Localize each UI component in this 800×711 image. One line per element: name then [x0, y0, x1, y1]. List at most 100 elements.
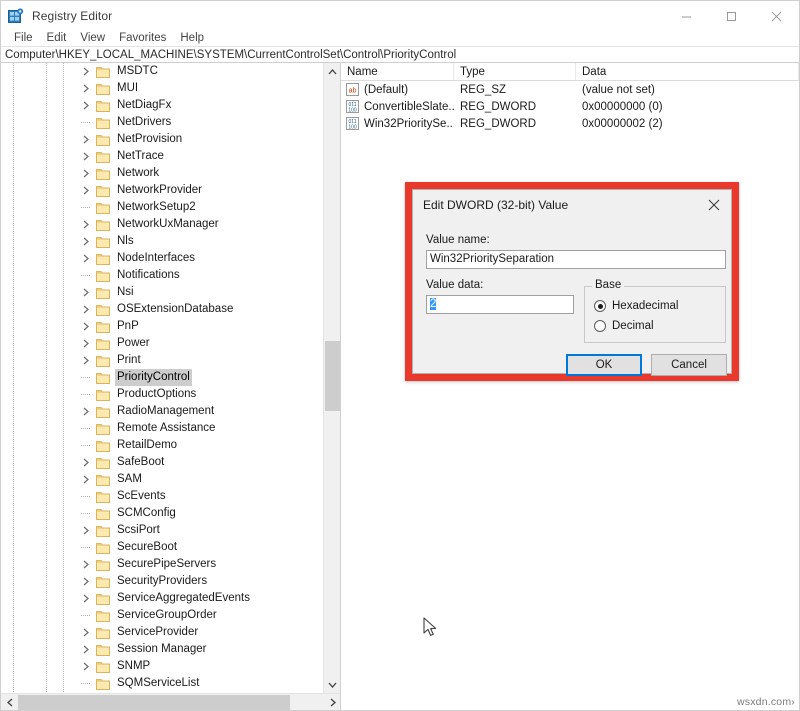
tree-item[interactable]: MUI [1, 80, 324, 97]
tree-item-label: ServiceGroupOrder [115, 607, 219, 624]
maximize-button[interactable] [709, 1, 754, 31]
folder-icon [96, 354, 110, 367]
value-name-input[interactable]: Win32PrioritySeparation [426, 250, 726, 269]
scroll-up-icon[interactable] [324, 63, 341, 80]
tree-item[interactable]: SafeBoot [1, 454, 324, 471]
value-row[interactable]: ab(Default)REG_SZ(value not set) [341, 81, 799, 98]
tree-item[interactable]: Notifications [1, 267, 324, 284]
chevron-right-icon[interactable] [80, 352, 92, 369]
cancel-button[interactable]: Cancel [651, 354, 727, 376]
chevron-right-icon[interactable] [80, 216, 92, 233]
tree-scroll-thumb[interactable] [325, 341, 340, 411]
tree-item-label: NetProvision [115, 131, 184, 148]
chevron-right-icon[interactable] [80, 80, 92, 97]
tree-item[interactable]: RadioManagement [1, 403, 324, 420]
chevron-right-icon[interactable] [80, 658, 92, 675]
tree-item[interactable]: SNMP [1, 658, 324, 675]
tree-item[interactable]: ProductOptions [1, 386, 324, 403]
tree-item[interactable]: RetailDemo [1, 437, 324, 454]
chevron-right-icon[interactable] [80, 471, 92, 488]
tree-item[interactable]: NetworkUxManager [1, 216, 324, 233]
tree-item[interactable]: NetworkProvider [1, 182, 324, 199]
dialog-close-icon[interactable] [697, 191, 731, 219]
radio-hexadecimal[interactable]: Hexadecimal [594, 300, 678, 312]
chevron-right-icon[interactable] [80, 590, 92, 607]
chevron-right-icon[interactable] [80, 165, 92, 182]
chevron-right-icon[interactable] [80, 301, 92, 318]
scroll-right-icon[interactable] [324, 694, 341, 711]
tree-item[interactable]: SecurePipeServers [1, 556, 324, 573]
tree-item[interactable]: SAM [1, 471, 324, 488]
ok-button[interactable]: OK [566, 354, 642, 376]
chevron-right-icon[interactable] [80, 233, 92, 250]
menu-item-file[interactable]: File [7, 31, 40, 46]
tree-item[interactable]: ServiceAggregatedEvents [1, 590, 324, 607]
chevron-right-icon[interactable] [80, 284, 92, 301]
base-group-box [584, 286, 726, 343]
menu-item-view[interactable]: View [73, 31, 112, 46]
tree-item[interactable]: Print [1, 352, 324, 369]
address-bar[interactable]: Computer\HKEY_LOCAL_MACHINE\SYSTEM\Curre… [1, 46, 799, 63]
minimize-button[interactable] [664, 1, 709, 31]
chevron-right-icon[interactable] [80, 131, 92, 148]
tree-item[interactable]: PriorityControl [1, 369, 324, 386]
chevron-right-icon[interactable] [80, 318, 92, 335]
column-header-type[interactable]: Type [454, 63, 576, 80]
chevron-right-icon[interactable] [80, 63, 92, 80]
tree-item[interactable]: MSDTC [1, 63, 324, 80]
menu-item-favorites[interactable]: Favorites [112, 31, 173, 46]
chevron-right-icon[interactable] [80, 182, 92, 199]
tree-item[interactable]: SecurityProviders [1, 573, 324, 590]
chevron-right-icon[interactable] [80, 250, 92, 267]
chevron-right-icon[interactable] [80, 573, 92, 590]
tree-item[interactable]: NetTrace [1, 148, 324, 165]
tree-hscroll-thumb[interactable] [18, 695, 290, 710]
tree-item[interactable]: Session Manager [1, 641, 324, 658]
tree-item[interactable]: ServiceProvider [1, 624, 324, 641]
tree-horizontal-scrollbar[interactable] [1, 693, 341, 710]
tree-item[interactable]: Nsi [1, 284, 324, 301]
value-row[interactable]: 011100Win32PrioritySe...REG_DWORD0x00000… [341, 115, 799, 132]
chevron-right-icon[interactable] [80, 403, 92, 420]
tree-item[interactable]: Remote Assistance [1, 420, 324, 437]
tree-item[interactable]: PnP [1, 318, 324, 335]
tree-item[interactable]: Network [1, 165, 324, 182]
chevron-right-icon[interactable] [80, 624, 92, 641]
tree-item[interactable]: NodeInterfaces [1, 250, 324, 267]
tree-item[interactable]: SQMServiceList [1, 675, 324, 692]
menu-item-help[interactable]: Help [173, 31, 211, 46]
chevron-right-icon[interactable] [80, 148, 92, 165]
value-data-input[interactable]: 2 [426, 295, 574, 314]
menu-item-edit[interactable]: Edit [40, 31, 74, 46]
tree-item-label: Nls [115, 233, 136, 250]
tree-item[interactable]: NetDrivers [1, 114, 324, 131]
radio-decimal[interactable]: Decimal [594, 320, 654, 332]
chevron-right-icon[interactable] [80, 641, 92, 658]
tree-item[interactable]: NetDiagFx [1, 97, 324, 114]
tree-item[interactable]: NetworkSetup2 [1, 199, 324, 216]
tree-hscroll-track[interactable] [290, 695, 324, 710]
close-button[interactable] [754, 1, 799, 31]
tree-item[interactable]: SCMConfig [1, 505, 324, 522]
chevron-right-icon[interactable] [80, 556, 92, 573]
tree-item[interactable]: NetProvision [1, 131, 324, 148]
tree-item[interactable]: Nls [1, 233, 324, 250]
tree-item[interactable]: ScsiPort [1, 522, 324, 539]
tree-item[interactable]: ScEvents [1, 488, 324, 505]
chevron-right-icon[interactable] [80, 335, 92, 352]
chevron-right-icon[interactable] [80, 454, 92, 471]
tree-vertical-scrollbar[interactable] [323, 63, 340, 693]
tree-item[interactable]: Power [1, 335, 324, 352]
column-header-data[interactable]: Data [576, 63, 799, 80]
chevron-right-icon[interactable] [80, 522, 92, 539]
value-row[interactable]: 011100ConvertibleSlate...REG_DWORD0x0000… [341, 98, 799, 115]
scroll-down-icon[interactable] [324, 676, 341, 693]
scroll-left-icon[interactable] [1, 694, 18, 711]
registry-tree[interactable]: MSDTCMUINetDiagFxNetDriversNetProvisionN… [1, 63, 324, 693]
chevron-right-icon[interactable] [80, 97, 92, 114]
tree-item[interactable]: ServiceGroupOrder [1, 607, 324, 624]
tree-item[interactable]: SecureBoot [1, 539, 324, 556]
folder-icon [96, 439, 110, 452]
column-header-name[interactable]: Name [341, 63, 454, 80]
tree-item[interactable]: OSExtensionDatabase [1, 301, 324, 318]
